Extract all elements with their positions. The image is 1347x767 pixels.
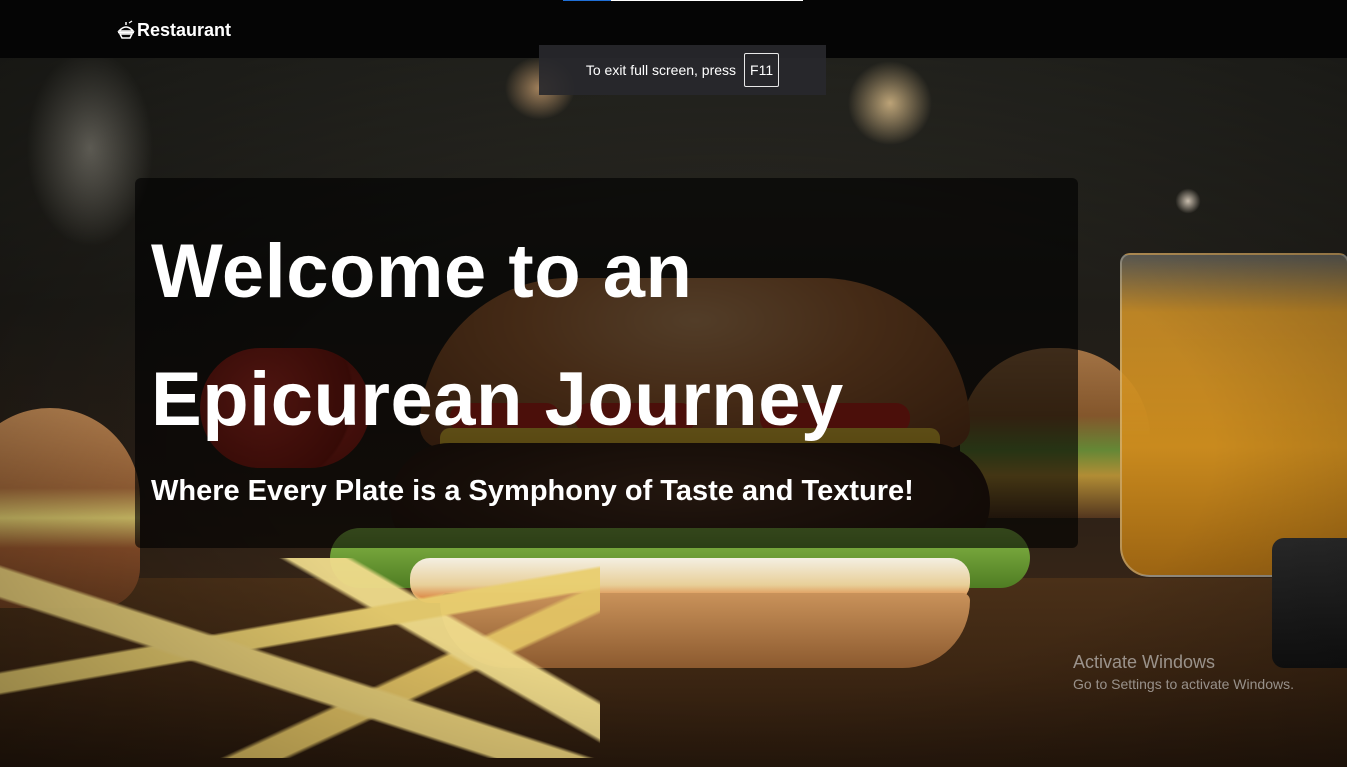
hero-subtitle: Where Every Plate is a Symphony of Taste…: [151, 475, 914, 507]
fullscreen-exit-key: F11: [744, 53, 780, 87]
activate-windows-watermark: Activate Windows Go to Settings to activ…: [1073, 651, 1294, 693]
hero-title: Welcome to an Epicurean Journey: [151, 229, 844, 442]
page: Restaurant To exit full screen, press F1…: [0, 0, 1347, 767]
activate-windows-title: Activate Windows: [1073, 652, 1216, 672]
dish-icon: [117, 20, 135, 40]
brand-label: Restaurant: [137, 20, 232, 40]
brand-link[interactable]: Restaurant: [117, 19, 231, 41]
page-load-progress: [563, 0, 803, 1]
activate-windows-subtitle: Go to Settings to activate Windows.: [1073, 676, 1294, 692]
page-load-progress-fill: [563, 0, 611, 1]
fullscreen-toast-message: To exit full screen, press: [585, 62, 737, 78]
hero-card: Welcome to an Epicurean Journey Where Ev…: [135, 178, 1078, 548]
fullscreen-toast: To exit full screen, press F11: [539, 45, 826, 95]
